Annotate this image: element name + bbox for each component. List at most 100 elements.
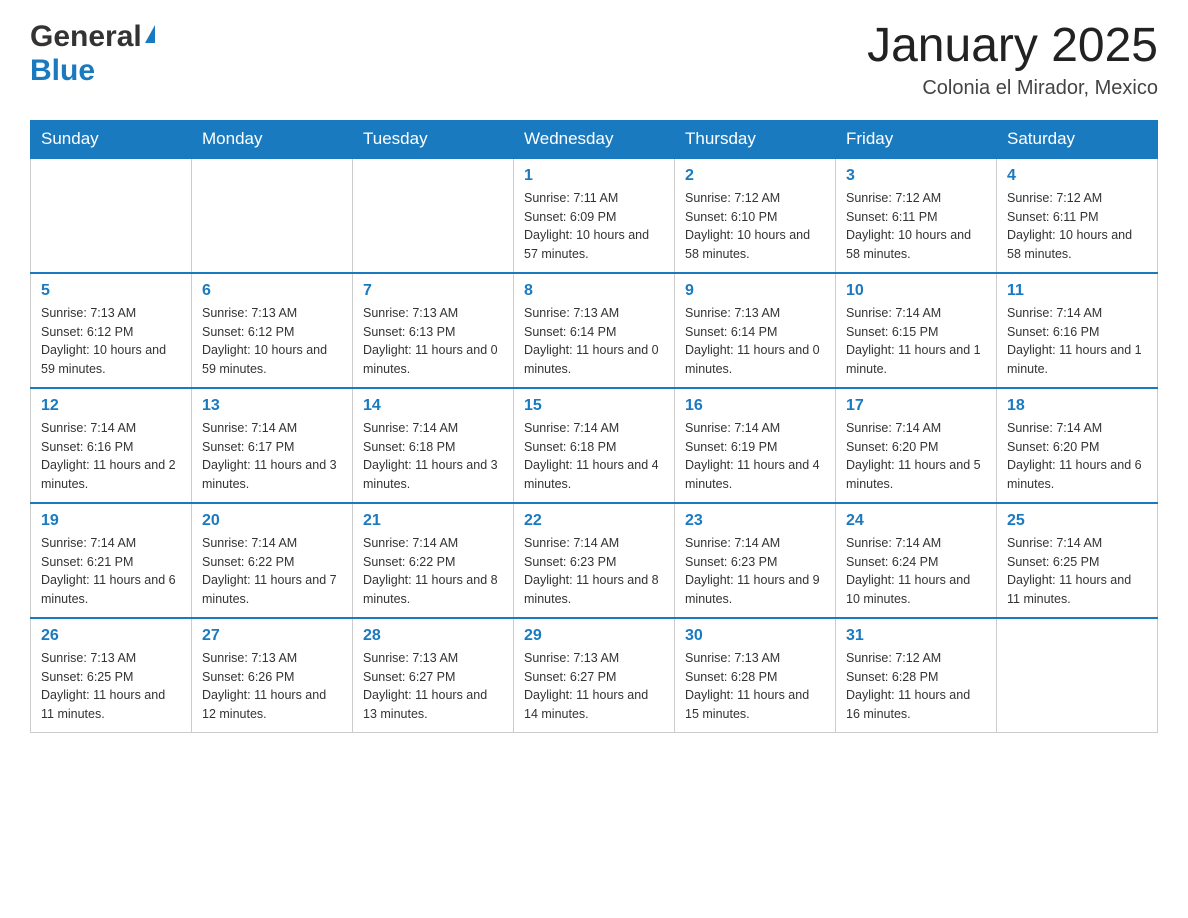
location-text: Colonia el Mirador, Mexico [867, 77, 1158, 100]
day-number: 29 [524, 627, 664, 645]
day-info: Sunrise: 7:13 AM Sunset: 6:25 PM Dayligh… [41, 649, 181, 724]
calendar-cell: 12 Sunrise: 7:14 AM Sunset: 6:16 PM Dayli… [31, 388, 192, 503]
day-number: 7 [363, 282, 503, 300]
calendar-cell: 20 Sunrise: 7:14 AM Sunset: 6:22 PM Dayli… [192, 503, 353, 618]
day-info: Sunrise: 7:12 AM Sunset: 6:10 PM Dayligh… [685, 189, 825, 264]
day-info: Sunrise: 7:12 AM Sunset: 6:11 PM Dayligh… [846, 189, 986, 264]
day-number: 24 [846, 512, 986, 530]
day-info: Sunrise: 7:13 AM Sunset: 6:28 PM Dayligh… [685, 649, 825, 724]
day-info: Sunrise: 7:14 AM Sunset: 6:24 PM Dayligh… [846, 534, 986, 609]
calendar-cell: 22 Sunrise: 7:14 AM Sunset: 6:23 PM Dayli… [514, 503, 675, 618]
day-number: 4 [1007, 167, 1147, 185]
day-info: Sunrise: 7:14 AM Sunset: 6:23 PM Dayligh… [524, 534, 664, 609]
month-title: January 2025 [867, 20, 1158, 73]
day-info: Sunrise: 7:14 AM Sunset: 6:25 PM Dayligh… [1007, 534, 1147, 609]
page-header: General Blue January 2025 Colonia el Mir… [30, 20, 1158, 100]
calendar-cell: 18 Sunrise: 7:14 AM Sunset: 6:20 PM Dayli… [997, 388, 1158, 503]
calendar-header-wednesday: Wednesday [514, 120, 675, 158]
calendar-cell: 28 Sunrise: 7:13 AM Sunset: 6:27 PM Dayli… [353, 618, 514, 733]
day-info: Sunrise: 7:13 AM Sunset: 6:27 PM Dayligh… [524, 649, 664, 724]
day-number: 8 [524, 282, 664, 300]
day-info: Sunrise: 7:14 AM Sunset: 6:15 PM Dayligh… [846, 304, 986, 379]
day-info: Sunrise: 7:13 AM Sunset: 6:14 PM Dayligh… [685, 304, 825, 379]
calendar-cell: 6 Sunrise: 7:13 AM Sunset: 6:12 PM Daylig… [192, 273, 353, 388]
calendar-cell: 15Sunrise: 7:14 AM Sunset: 6:18 PM Dayli… [514, 388, 675, 503]
day-number: 27 [202, 627, 342, 645]
day-number: 15 [524, 397, 664, 415]
calendar-header-row: SundayMondayTuesdayWednesdayThursdayFrid… [31, 120, 1158, 158]
day-info: Sunrise: 7:14 AM Sunset: 6:21 PM Dayligh… [41, 534, 181, 609]
week-row-5: 26Sunrise: 7:13 AM Sunset: 6:25 PM Dayli… [31, 618, 1158, 733]
day-info: Sunrise: 7:14 AM Sunset: 6:16 PM Dayligh… [1007, 304, 1147, 379]
week-row-4: 19 Sunrise: 7:14 AM Sunset: 6:21 PM Dayli… [31, 503, 1158, 618]
calendar-cell: 9 Sunrise: 7:13 AM Sunset: 6:14 PM Daylig… [675, 273, 836, 388]
day-info: Sunrise: 7:14 AM Sunset: 6:18 PM Dayligh… [363, 419, 503, 494]
day-number: 23 [685, 512, 825, 530]
day-number: 6 [202, 282, 342, 300]
calendar-cell: 27 Sunrise: 7:13 AM Sunset: 6:26 PM Dayli… [192, 618, 353, 733]
calendar-cell: 4 Sunrise: 7:12 AM Sunset: 6:11 PM Daylig… [997, 158, 1158, 273]
day-info: Sunrise: 7:13 AM Sunset: 6:12 PM Dayligh… [202, 304, 342, 379]
day-number: 22 [524, 512, 664, 530]
week-row-2: 5 Sunrise: 7:13 AM Sunset: 6:12 PM Daylig… [31, 273, 1158, 388]
day-number: 28 [363, 627, 503, 645]
day-number: 2 [685, 167, 825, 185]
day-number: 18 [1007, 397, 1147, 415]
day-info: Sunrise: 7:13 AM Sunset: 6:12 PM Dayligh… [41, 304, 181, 379]
logo-general-text: General [30, 20, 142, 54]
calendar-cell: 8 Sunrise: 7:13 AM Sunset: 6:14 PM Daylig… [514, 273, 675, 388]
calendar-header-friday: Friday [836, 120, 997, 158]
day-info: Sunrise: 7:13 AM Sunset: 6:14 PM Dayligh… [524, 304, 664, 379]
calendar-header-sunday: Sunday [31, 120, 192, 158]
day-number: 12 [41, 397, 181, 415]
day-number: 5 [41, 282, 181, 300]
day-number: 20 [202, 512, 342, 530]
day-number: 25 [1007, 512, 1147, 530]
day-info: Sunrise: 7:11 AM Sunset: 6:09 PM Dayligh… [524, 189, 664, 264]
day-info: Sunrise: 7:13 AM Sunset: 6:26 PM Dayligh… [202, 649, 342, 724]
calendar-cell: 16 Sunrise: 7:14 AM Sunset: 6:19 PM Dayli… [675, 388, 836, 503]
calendar-cell: 3 Sunrise: 7:12 AM Sunset: 6:11 PM Daylig… [836, 158, 997, 273]
calendar-cell: 7 Sunrise: 7:13 AM Sunset: 6:13 PM Daylig… [353, 273, 514, 388]
day-info: Sunrise: 7:14 AM Sunset: 6:20 PM Dayligh… [846, 419, 986, 494]
week-row-1: 1Sunrise: 7:11 AM Sunset: 6:09 PM Daylig… [31, 158, 1158, 273]
day-info: Sunrise: 7:14 AM Sunset: 6:22 PM Dayligh… [202, 534, 342, 609]
calendar-cell [192, 158, 353, 273]
calendar-cell: 26Sunrise: 7:13 AM Sunset: 6:25 PM Dayli… [31, 618, 192, 733]
calendar-cell: 30Sunrise: 7:13 AM Sunset: 6:28 PM Dayli… [675, 618, 836, 733]
day-number: 3 [846, 167, 986, 185]
day-number: 21 [363, 512, 503, 530]
day-info: Sunrise: 7:14 AM Sunset: 6:17 PM Dayligh… [202, 419, 342, 494]
logo: General Blue [30, 20, 155, 88]
logo-arrow-icon [145, 25, 155, 43]
day-number: 16 [685, 397, 825, 415]
day-info: Sunrise: 7:14 AM Sunset: 6:23 PM Dayligh… [685, 534, 825, 609]
calendar-cell [353, 158, 514, 273]
calendar-header-monday: Monday [192, 120, 353, 158]
calendar-cell: 10Sunrise: 7:14 AM Sunset: 6:15 PM Dayli… [836, 273, 997, 388]
calendar-cell: 14Sunrise: 7:14 AM Sunset: 6:18 PM Dayli… [353, 388, 514, 503]
day-info: Sunrise: 7:14 AM Sunset: 6:20 PM Dayligh… [1007, 419, 1147, 494]
day-info: Sunrise: 7:14 AM Sunset: 6:19 PM Dayligh… [685, 419, 825, 494]
calendar-cell: 17 Sunrise: 7:14 AM Sunset: 6:20 PM Dayli… [836, 388, 997, 503]
calendar-cell: 31Sunrise: 7:12 AM Sunset: 6:28 PM Dayli… [836, 618, 997, 733]
day-number: 17 [846, 397, 986, 415]
calendar-cell [31, 158, 192, 273]
calendar-header-thursday: Thursday [675, 120, 836, 158]
day-info: Sunrise: 7:13 AM Sunset: 6:27 PM Dayligh… [363, 649, 503, 724]
day-info: Sunrise: 7:14 AM Sunset: 6:16 PM Dayligh… [41, 419, 181, 494]
calendar-cell: 2 Sunrise: 7:12 AM Sunset: 6:10 PM Daylig… [675, 158, 836, 273]
calendar-cell: 11Sunrise: 7:14 AM Sunset: 6:16 PM Dayli… [997, 273, 1158, 388]
day-number: 9 [685, 282, 825, 300]
day-number: 19 [41, 512, 181, 530]
calendar-cell: 1Sunrise: 7:11 AM Sunset: 6:09 PM Daylig… [514, 158, 675, 273]
calendar-table: SundayMondayTuesdayWednesdayThursdayFrid… [30, 120, 1158, 733]
calendar-cell: 24 Sunrise: 7:14 AM Sunset: 6:24 PM Dayli… [836, 503, 997, 618]
title-section: January 2025 Colonia el Mirador, Mexico [867, 20, 1158, 100]
day-info: Sunrise: 7:13 AM Sunset: 6:13 PM Dayligh… [363, 304, 503, 379]
logo-blue-text: Blue [30, 54, 95, 87]
week-row-3: 12 Sunrise: 7:14 AM Sunset: 6:16 PM Dayli… [31, 388, 1158, 503]
calendar-cell: 19 Sunrise: 7:14 AM Sunset: 6:21 PM Dayli… [31, 503, 192, 618]
day-info: Sunrise: 7:12 AM Sunset: 6:11 PM Dayligh… [1007, 189, 1147, 264]
calendar-cell: 5 Sunrise: 7:13 AM Sunset: 6:12 PM Daylig… [31, 273, 192, 388]
